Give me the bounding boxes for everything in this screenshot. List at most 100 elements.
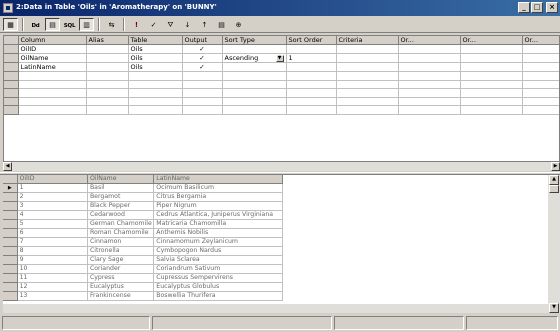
empty-cell[interactable] [286, 88, 337, 98]
diagram-pane-icon[interactable]: Dd [28, 18, 43, 31]
row-selector[interactable] [4, 71, 19, 81]
empty-cell[interactable] [336, 97, 399, 106]
cell-oilname[interactable]: Cypress [87, 273, 155, 284]
empty-cell[interactable] [336, 80, 399, 89]
criteria-alias-cell[interactable] [86, 53, 129, 63]
table-row[interactable]: 2 Bergamot Citrus Bergamia [3, 192, 283, 203]
row-selector[interactable] [4, 97, 19, 106]
cell-oilid[interactable]: 12 [17, 282, 88, 293]
criteria-row-empty[interactable] [4, 71, 559, 81]
cell-oilid[interactable]: 3 [17, 201, 88, 212]
cell-oilname[interactable]: Basil [87, 183, 155, 194]
row-selector[interactable] [4, 44, 19, 54]
empty-cell[interactable] [286, 80, 337, 89]
criteria-row[interactable]: OilName Oils ✓ Ascending ▼ 1 [4, 53, 559, 63]
cell-latinname[interactable]: Coriandrum Sativum [153, 264, 283, 275]
or-cell[interactable] [398, 62, 461, 72]
criteria-row-empty[interactable] [4, 80, 559, 89]
row-selector[interactable] [3, 246, 18, 257]
chevron-down-icon[interactable]: ▼ [275, 54, 284, 62]
empty-cell[interactable] [460, 80, 523, 89]
empty-cell[interactable] [286, 105, 337, 115]
empty-cell[interactable] [336, 88, 399, 98]
criteria-table-cell[interactable]: Oils [128, 44, 183, 54]
table-row[interactable]: 6 Roman Chamomile Anthemis Nobilis [3, 228, 283, 239]
column-header-or-1[interactable]: Or... [398, 36, 461, 45]
empty-cell[interactable] [128, 97, 183, 106]
or-cell[interactable] [460, 53, 523, 63]
criteria-cell[interactable] [336, 44, 399, 54]
sort-type-cell[interactable] [222, 62, 287, 72]
sort-order-cell[interactable]: 1 [286, 53, 337, 63]
cell-latinname[interactable]: Boswellia Thurifera [153, 291, 283, 302]
results-vertical-scrollbar[interactable]: ▲ ▼ [548, 175, 560, 313]
empty-cell[interactable] [286, 97, 337, 106]
empty-cell[interactable] [460, 97, 523, 106]
cell-latinname[interactable]: Cedrus Atlantica, Juniperus Virginiana [153, 210, 283, 221]
criteria-cell[interactable] [336, 53, 399, 63]
row-selector[interactable] [3, 237, 18, 248]
cell-oilname[interactable]: Cedarwood [87, 210, 155, 221]
empty-cell[interactable] [18, 105, 87, 115]
filter-icon[interactable]: ⛛ [163, 18, 178, 31]
empty-cell[interactable] [86, 71, 129, 81]
empty-cell[interactable] [86, 105, 129, 115]
row-selector[interactable] [4, 88, 19, 98]
results-pane-icon[interactable]: ▥ [79, 17, 94, 31]
empty-cell[interactable] [86, 97, 129, 106]
maximize-button[interactable]: □ [531, 2, 543, 13]
row-selector[interactable] [3, 282, 18, 293]
criteria-table-cell[interactable]: Oils [128, 62, 183, 72]
scroll-thumb[interactable] [549, 185, 559, 193]
empty-cell[interactable] [86, 80, 129, 89]
empty-cell[interactable] [336, 105, 399, 115]
cell-oilname[interactable]: German Chamomile [87, 219, 155, 230]
empty-cell[interactable] [460, 71, 523, 81]
empty-cell[interactable] [182, 80, 223, 89]
cell-latinname[interactable]: Piper Nigrum [153, 201, 283, 212]
column-header-output[interactable]: Output [182, 36, 223, 45]
cell-oilname[interactable]: Eucalyptus [87, 282, 155, 293]
title-bar[interactable]: 2:Data in Table 'Oils' in 'Aromatherapy'… [0, 0, 560, 16]
empty-cell[interactable] [222, 88, 287, 98]
criteria-alias-cell[interactable] [86, 44, 129, 54]
empty-cell[interactable] [522, 105, 559, 115]
minimize-button[interactable]: _ [518, 2, 530, 13]
or-cell[interactable] [522, 53, 559, 63]
cell-oilname[interactable]: Bergamot [87, 192, 155, 203]
column-header-sort-order[interactable]: Sort Order [286, 36, 337, 45]
column-header-sort-type[interactable]: Sort Type [222, 36, 287, 45]
cell-latinname[interactable]: Cymbopogon Nardus [153, 246, 283, 257]
cell-latinname[interactable]: Matricaria Chamomilla [153, 219, 283, 230]
table-row[interactable]: 4 Cedarwood Cedrus Atlantica, Juniperus Vi… [3, 210, 283, 221]
cell-oilid[interactable]: 4 [17, 210, 88, 221]
results-header-oilid[interactable]: OilID [17, 175, 88, 185]
cell-oilid[interactable]: 11 [17, 273, 88, 284]
table-row[interactable]: 8 Citronella Cymbopogon Nardus [3, 246, 283, 257]
sort-type-cell[interactable] [222, 44, 287, 54]
cell-oilname[interactable]: Clary Sage [87, 255, 155, 266]
row-selector[interactable] [4, 105, 19, 115]
criteria-cell[interactable] [336, 62, 399, 72]
or-cell[interactable] [460, 62, 523, 72]
empty-cell[interactable] [222, 97, 287, 106]
cell-oilid[interactable]: 1 [17, 183, 88, 194]
empty-cell[interactable] [128, 105, 183, 115]
criteria-row[interactable]: LatinName Oils ✓ [4, 62, 559, 72]
cell-oilid[interactable]: 5 [17, 219, 88, 230]
table-row[interactable]: 10 Coriander Coriandrum Sativum [3, 264, 283, 275]
column-header-table[interactable]: Table [128, 36, 183, 45]
add-table-icon[interactable]: ⊕ [231, 18, 246, 31]
cell-latinname[interactable]: Citrus Bergamia [153, 192, 283, 203]
empty-cell[interactable] [286, 71, 337, 81]
scroll-up-icon[interactable]: ▲ [549, 175, 559, 185]
criteria-horizontal-scrollbar[interactable]: ◀ ▶ [3, 162, 560, 171]
empty-cell[interactable] [460, 88, 523, 98]
criteria-row-empty[interactable] [4, 105, 559, 115]
cell-latinname[interactable]: Eucalyptus Globulus [153, 282, 283, 293]
cell-oilname[interactable]: Frankincense [87, 291, 155, 302]
scroll-right-icon[interactable]: ▶ [551, 162, 560, 171]
empty-cell[interactable] [522, 88, 559, 98]
close-button[interactable]: × [546, 2, 558, 13]
cell-latinname[interactable]: Anthemis Nobilis [153, 228, 283, 239]
